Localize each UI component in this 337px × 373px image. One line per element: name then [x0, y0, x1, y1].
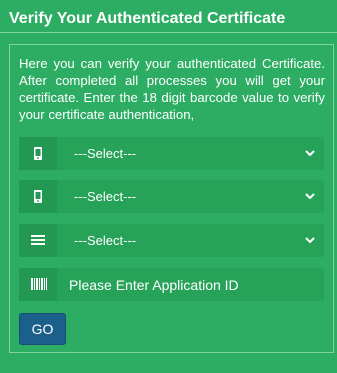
select-row-3[interactable]: ---Select---: [19, 224, 324, 257]
first-select[interactable]: ---Select---: [57, 137, 324, 170]
select-row-2[interactable]: ---Select---: [19, 180, 324, 213]
page-header: Verify Your Authenticated Certificate: [0, 0, 337, 33]
third-select-value: ---Select---: [74, 233, 137, 248]
list-icon: [19, 224, 57, 257]
mobile-icon: [19, 137, 57, 170]
chevron-down-icon: [305, 150, 315, 157]
header-divider: [0, 32, 337, 33]
third-select[interactable]: ---Select---: [57, 224, 324, 257]
first-select-value: ---Select---: [74, 146, 137, 161]
second-select-value: ---Select---: [74, 189, 137, 204]
page-title: Verify Your Authenticated Certificate: [9, 10, 286, 27]
select-row-1[interactable]: ---Select---: [19, 137, 324, 170]
second-select[interactable]: ---Select---: [57, 180, 324, 213]
application-id-input[interactable]: Please Enter Application ID: [57, 268, 324, 301]
barcode-icon: [19, 268, 57, 301]
mobile-icon: [19, 180, 57, 213]
application-id-row[interactable]: Please Enter Application ID: [19, 268, 324, 301]
application-id-placeholder: Please Enter Application ID: [69, 277, 239, 293]
go-button[interactable]: GO: [19, 313, 66, 345]
chevron-down-icon: [305, 193, 315, 200]
page: Verify Your Authenticated Certificate He…: [0, 0, 337, 373]
chevron-down-icon: [305, 237, 315, 244]
verification-panel: Here you can verify your authenticated C…: [9, 44, 334, 353]
intro-text: Here you can verify your authenticated C…: [19, 56, 325, 122]
